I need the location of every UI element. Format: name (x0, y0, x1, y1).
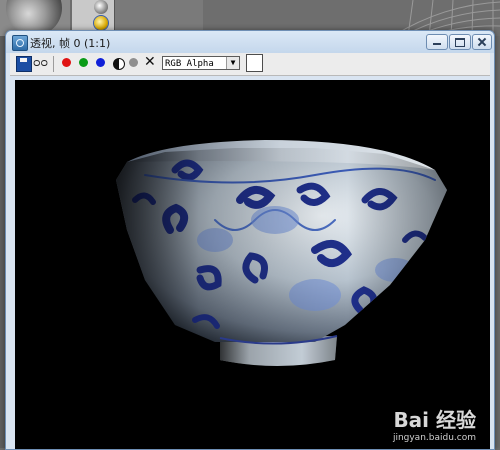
chevron-down-icon: ▼ (226, 57, 239, 69)
rendered-frame-window: 透视, 帧 0 (1:1) ᴑᴑ ✕ RGB Alpha ▼ Bai 经验 ji… (5, 30, 495, 450)
watermark-url: jingyan.baidu.com (392, 433, 476, 443)
color-swatch[interactable] (246, 54, 263, 72)
green-channel-icon[interactable] (79, 58, 88, 67)
frame-toolbar: ᴑᴑ ✕ RGB Alpha ▼ (10, 53, 490, 76)
save-icon[interactable] (16, 56, 32, 72)
channel-select[interactable]: RGB Alpha ▼ (162, 56, 240, 70)
watermark-logo: Bai 经验 (393, 408, 476, 432)
sample-sphere-icon[interactable] (94, 0, 108, 14)
clone-icon[interactable]: ᴑᴑ (33, 56, 48, 70)
app-icon (12, 35, 28, 51)
minimize-button[interactable] (426, 34, 448, 50)
monochrome-icon[interactable] (113, 58, 125, 70)
maximize-button[interactable] (449, 34, 471, 50)
close-button[interactable] (472, 34, 492, 50)
red-channel-icon[interactable] (62, 58, 71, 67)
channel-select-value: RGB Alpha (165, 59, 214, 69)
window-title: 透视, 帧 0 (1:1) (30, 37, 111, 50)
title-bar[interactable]: 透视, 帧 0 (1:1) (6, 31, 494, 53)
porcelain-bowl-image (116, 140, 447, 366)
backlight-icon[interactable] (93, 15, 109, 31)
blue-channel-icon[interactable] (96, 58, 105, 67)
clear-icon[interactable]: ✕ (144, 55, 158, 69)
alpha-icon[interactable] (129, 58, 138, 67)
baidu-watermark: Bai 经验 jingyan.baidu.com (393, 404, 476, 443)
render-canvas: Bai 经验 jingyan.baidu.com (15, 80, 490, 449)
toolbar-divider (53, 56, 54, 72)
